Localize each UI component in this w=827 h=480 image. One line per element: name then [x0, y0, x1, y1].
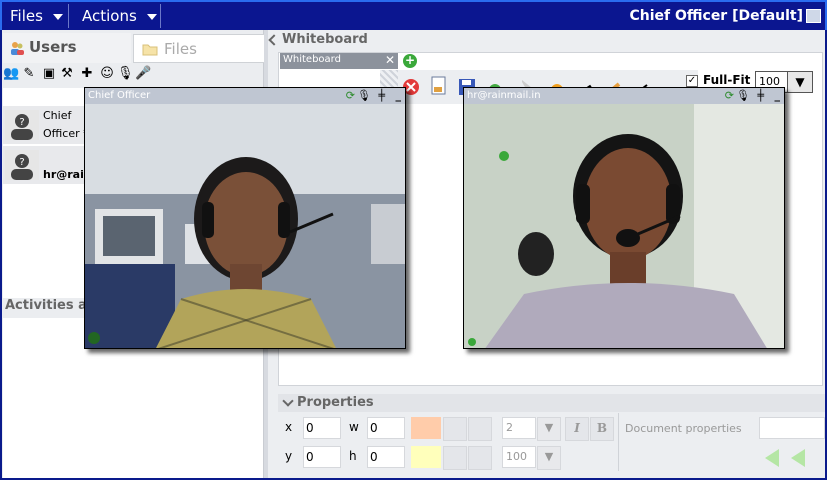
bold-button[interactable]: B [590, 417, 614, 441]
tab-users[interactable]: Users [3, 33, 131, 63]
top-menu-bar: Files Actions Chief Officer [Default] [0, 0, 827, 30]
pencil-icon[interactable] [443, 417, 467, 441]
tab-files[interactable]: Files [133, 34, 265, 63]
microphone-icon[interactable]: 🎙 [357, 89, 371, 102]
menu-separator [68, 4, 69, 28]
users-icon[interactable]: 👥 [3, 66, 19, 82]
user-name: Officer * [43, 127, 89, 140]
y-label: y [285, 449, 293, 463]
line-width-select[interactable]: 2 [502, 417, 536, 439]
chevron-down-icon[interactable]: ▼ [537, 417, 561, 441]
menu-separator [160, 4, 161, 28]
user-name: Chief [43, 109, 72, 122]
lock-icon[interactable] [468, 417, 492, 441]
pencil-icon[interactable]: ✎ [21, 66, 37, 82]
video-window-hr[interactable]: hr@rainmail.in ⟳ 🎙 ╪ _ [463, 87, 785, 349]
whiteboard-header[interactable]: Whiteboard [268, 30, 825, 50]
actions-menu[interactable]: Actions [74, 2, 168, 30]
x-label: x [285, 420, 293, 434]
tab-whiteboard-label: Whiteboard [283, 54, 341, 65]
svg-text:?: ? [19, 157, 24, 168]
chevron-down-icon [282, 395, 294, 407]
chevron-down-icon [146, 13, 157, 20]
volume-slider-icon[interactable]: ╪ [378, 89, 385, 102]
chevron-down-icon [52, 13, 63, 20]
users-icon [11, 42, 24, 55]
video-window-titlebar[interactable]: Chief Officer ⟳ 🎙 ╪ _ [85, 88, 405, 104]
opacity-select[interactable]: 100 [502, 446, 536, 468]
italic-button[interactable]: I [565, 417, 589, 441]
webcam-feed [464, 104, 784, 348]
volume-slider-icon[interactable]: ╪ [757, 89, 764, 102]
add-user-icon[interactable]: ✚ [79, 66, 95, 82]
chevron-down-icon[interactable]: ▼ [537, 446, 561, 470]
monitor-icon[interactable] [806, 9, 821, 23]
chevron-left-icon [268, 34, 280, 46]
files-menu[interactable]: Files [2, 2, 76, 30]
divider [618, 413, 619, 471]
h-input[interactable]: 0 [367, 446, 405, 468]
w-input[interactable]: 0 [367, 417, 405, 439]
tab-users-label: Users [29, 38, 77, 56]
users-toolbar: 👥 ✎ ▣ ⚒ ✚ ☺ 🎙 🎤 [3, 64, 263, 86]
actions-menu-label: Actions [82, 7, 137, 25]
document-properties-input[interactable] [759, 417, 825, 439]
video-window-title: hr@rainmail.in [467, 90, 541, 101]
video-window-chief-officer[interactable]: Chief Officer ⟳ 🎙 ╪ _ [84, 87, 406, 349]
whiteboard-header-label: Whiteboard [282, 32, 368, 47]
tab-whiteboard[interactable]: Whiteboard ✕ [280, 53, 398, 69]
minimize-icon[interactable]: _ [396, 89, 402, 102]
webcam-feed [85, 104, 405, 348]
microphone-icon[interactable]: 🎙 [736, 89, 750, 102]
fullfit-label: Full-Fit [703, 73, 751, 87]
fullfit-checkbox[interactable]: ✓ [686, 75, 698, 87]
avatar: ? [5, 110, 39, 140]
video-window-titlebar[interactable]: hr@rainmail.in ⟳ 🎙 ╪ _ [464, 88, 784, 104]
webcam-image [85, 104, 405, 348]
svg-text:?: ? [19, 117, 24, 128]
folder-icon [142, 44, 158, 56]
tab-files-label: Files [164, 40, 197, 58]
refresh-icon[interactable]: ⟳ [725, 89, 734, 102]
arrow-left-icon[interactable] [765, 449, 779, 467]
user-icon[interactable]: ☺ [99, 66, 115, 82]
bucket-icon[interactable] [443, 446, 467, 470]
page-navigation [759, 445, 825, 471]
fill-color-swatch[interactable] [411, 417, 441, 439]
document-properties-label: Document properties [625, 422, 742, 435]
minimize-icon[interactable]: _ [775, 89, 781, 102]
avatar: ? [5, 150, 39, 180]
line-color-swatch[interactable] [411, 446, 441, 468]
tools-icon[interactable]: ⚒ [59, 66, 75, 82]
h-label: h [349, 449, 357, 463]
arrow-left-icon[interactable] [791, 449, 805, 467]
x-input[interactable]: 0 [303, 417, 341, 439]
new-document-icon[interactable] [430, 76, 448, 96]
lock-icon[interactable] [468, 446, 492, 470]
microphone-icon[interactable]: 🎙 [117, 66, 134, 82]
video-window-title: Chief Officer [88, 90, 151, 101]
properties-header[interactable]: Properties [278, 394, 825, 412]
refresh-icon[interactable]: ⟳ [346, 89, 355, 102]
close-icon[interactable]: ✕ [385, 53, 395, 67]
add-whiteboard-button[interactable]: + [403, 54, 417, 68]
files-menu-label: Files [10, 7, 43, 25]
properties-header-label: Properties [297, 395, 374, 410]
window-title: Chief Officer [Default] [629, 8, 804, 24]
w-label: w [349, 420, 359, 434]
screen-share-icon[interactable]: ▣ [41, 66, 57, 82]
y-input[interactable]: 0 [303, 446, 341, 468]
webcam-image [464, 104, 784, 348]
zoom-dropdown-button[interactable]: ▼ [787, 71, 813, 93]
microphone-icon[interactable]: 🎤 [135, 66, 151, 82]
